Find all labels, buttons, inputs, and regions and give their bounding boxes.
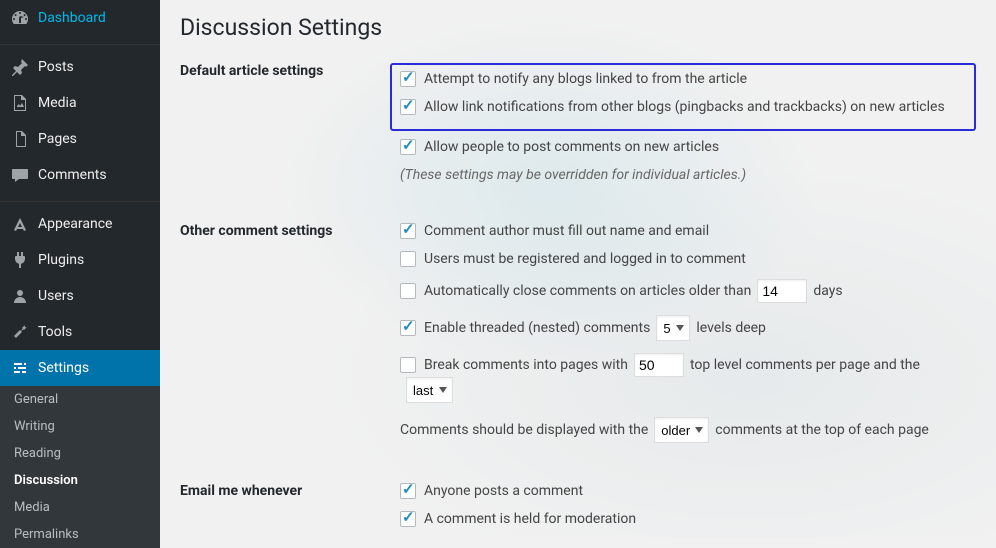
checkbox-allow-pingbacks[interactable] [400, 99, 416, 115]
subnav-reading[interactable]: Reading [0, 440, 160, 467]
appearance-icon [10, 214, 30, 234]
users-icon [10, 286, 30, 306]
sidebar-label: Media [38, 95, 77, 111]
main-content: Discussion Settings Default article sett… [160, 0, 996, 537]
input-comments-per-page[interactable] [634, 353, 684, 377]
checkbox-label: Allow link notifications from other blog… [424, 99, 945, 115]
sidebar-item-users[interactable]: Users [0, 278, 160, 314]
sidebar-item-comments[interactable]: Comments [0, 157, 160, 193]
checkbox-auto-close[interactable] [400, 283, 416, 299]
sidebar-item-plugins[interactable]: Plugins [0, 242, 160, 278]
select-thread-levels[interactable]: 5 [656, 315, 690, 341]
section-heading: Default article settings [180, 63, 400, 195]
page-title: Discussion Settings [180, 14, 976, 41]
sidebar-item-pages[interactable]: Pages [0, 121, 160, 157]
section-heading: Email me whenever [180, 483, 400, 537]
sidebar-item-tools[interactable]: Tools [0, 314, 160, 350]
section-heading: Other comment settings [180, 223, 400, 455]
settings-icon [10, 358, 30, 378]
sidebar-label: Users [38, 288, 74, 304]
settings-submenu: General Writing Reading Discussion Media… [0, 386, 160, 548]
subnav-media[interactable]: Media [0, 494, 160, 521]
sidebar-label: Settings [38, 360, 89, 376]
sidebar-separator [0, 40, 160, 45]
subnav-general[interactable]: General [0, 386, 160, 413]
media-icon [10, 93, 30, 113]
plugin-icon [10, 250, 30, 270]
checkbox-email-held-moderation[interactable] [400, 511, 416, 527]
sidebar-label: Dashboard [38, 10, 106, 26]
sidebar-label: Tools [38, 324, 72, 340]
admin-sidebar: Dashboard Posts Media Pages Comments App… [0, 0, 160, 537]
checkbox-email-anyone-posts[interactable] [400, 483, 416, 499]
checkbox-label: Enable threaded (nested) comments [424, 320, 650, 336]
comments-icon [10, 165, 30, 185]
unit-label: days [813, 283, 842, 299]
opt-registered-login[interactable]: Users must be registered and logged in t… [400, 251, 746, 267]
subnav-permalinks[interactable]: Permalinks [0, 521, 160, 548]
opt-notify-blogs[interactable]: Attempt to notify any blogs linked to fr… [400, 71, 747, 87]
checkbox-notify-blogs[interactable] [400, 71, 416, 87]
sidebar-item-settings[interactable]: Settings [0, 350, 160, 386]
checkbox-label: Allow people to post comments on new art… [424, 139, 719, 155]
select-default-page[interactable]: last [406, 377, 453, 403]
opt-allow-comments[interactable]: Allow people to post comments on new art… [400, 139, 719, 155]
opt-email-anyone-posts[interactable]: Anyone posts a comment [400, 483, 583, 499]
opt-author-name-email[interactable]: Comment author must fill out name and em… [400, 223, 709, 239]
sidebar-item-appearance[interactable]: Appearance [0, 206, 160, 242]
section-default-article: Default article settings Attempt to noti… [180, 63, 976, 195]
checkbox-label: Automatically close comments on articles… [424, 283, 751, 299]
tools-icon [10, 322, 30, 342]
sidebar-label: Posts [38, 59, 74, 75]
text-label: top level comments per page and the [690, 357, 920, 373]
subnav-discussion[interactable]: Discussion [0, 467, 160, 494]
dashboard-icon [10, 8, 30, 28]
sidebar-item-posts[interactable]: Posts [0, 49, 160, 85]
checkbox-label: Comment author must fill out name and em… [424, 223, 709, 239]
text-label: Comments should be displayed with the [400, 422, 648, 438]
pin-icon [10, 57, 30, 77]
checkbox-registered-login[interactable] [400, 251, 416, 267]
sidebar-separator [0, 197, 160, 202]
checkbox-allow-comments[interactable] [400, 139, 416, 155]
sidebar-item-dashboard[interactable]: Dashboard [0, 0, 160, 36]
subnav-writing[interactable]: Writing [0, 413, 160, 440]
checkbox-label: Break comments into pages with [424, 357, 628, 373]
section-other-comment: Other comment settings Comment author mu… [180, 223, 976, 455]
sidebar-label: Pages [38, 131, 77, 147]
checkbox-threaded[interactable] [400, 320, 416, 336]
checkbox-label: A comment is held for moderation [424, 511, 636, 527]
sidebar-label: Comments [38, 167, 107, 183]
sidebar-label: Plugins [38, 252, 84, 268]
select-comment-order[interactable]: older [654, 417, 709, 443]
sidebar-label: Appearance [38, 216, 112, 232]
opt-allow-pingbacks[interactable]: Allow link notifications from other blog… [400, 99, 945, 115]
input-close-days[interactable] [757, 279, 807, 303]
pages-icon [10, 129, 30, 149]
unit-label: levels deep [696, 320, 766, 336]
section-note: (These settings may be overridden for in… [400, 167, 746, 183]
checkbox-label: Users must be registered and logged in t… [424, 251, 746, 267]
checkbox-label: Attempt to notify any blogs linked to fr… [424, 71, 747, 87]
sidebar-item-media[interactable]: Media [0, 85, 160, 121]
checkbox-label: Anyone posts a comment [424, 483, 583, 499]
checkbox-author-name-email[interactable] [400, 223, 416, 239]
highlight-box: Attempt to notify any blogs linked to fr… [390, 63, 976, 131]
text-label: comments at the top of each page [715, 422, 929, 438]
section-email-me: Email me whenever Anyone posts a comment… [180, 483, 976, 537]
checkbox-paginate[interactable] [400, 357, 416, 373]
opt-email-held-moderation[interactable]: A comment is held for moderation [400, 511, 636, 527]
